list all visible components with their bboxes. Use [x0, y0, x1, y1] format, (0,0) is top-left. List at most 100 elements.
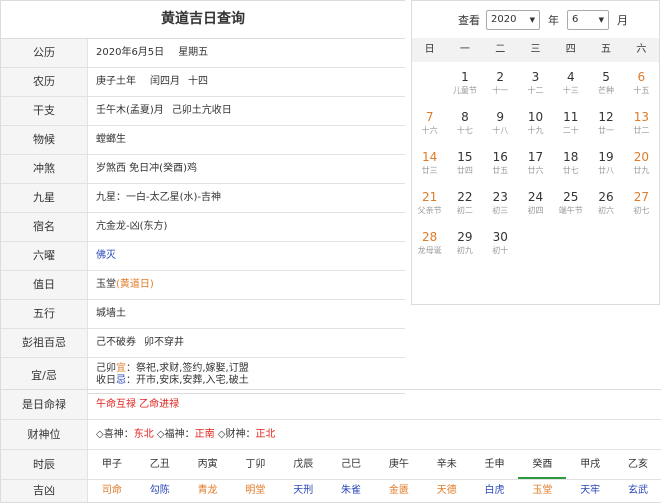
day-lunar: 二十	[562, 126, 579, 135]
calendar-day[interactable]: 18 廿七	[553, 146, 588, 186]
jixiong-cell: 天刑	[293, 485, 314, 496]
year-select[interactable]: 2020 ▼	[486, 9, 540, 30]
row-label: 时辰	[1, 450, 88, 479]
calendar-day[interactable]: 24 初四	[518, 186, 553, 226]
day-lunar: 廿三	[421, 166, 438, 175]
day-number: 20	[633, 150, 649, 164]
day-number: 12	[598, 110, 614, 124]
day-number: 1	[461, 70, 469, 84]
day-lunar: 十五	[633, 86, 650, 95]
row-pengzu: 彭祖百忌 己不破券 卯不穿井	[1, 329, 405, 358]
calendar-day[interactable]: 3 十二	[518, 66, 553, 106]
jixiong-cell: 司命	[101, 485, 122, 496]
row-value: 九星：一白-太乙星(水)-吉神	[96, 192, 222, 203]
row-value: 螳螂生	[96, 134, 126, 145]
row-jiuxing: 九星 九星：一白-太乙星(水)-吉神	[1, 184, 405, 213]
calendar-day[interactable]: 14 廿三	[412, 146, 447, 186]
calendar-day[interactable]: 28 龙母诞	[412, 226, 447, 266]
day-lunar: 廿一	[598, 126, 615, 135]
row-value: 己不破券 卯不穿井	[96, 337, 184, 348]
weekday-label: 六	[636, 44, 647, 55]
month-select[interactable]: 6 ▼	[567, 9, 609, 30]
day-number: 2	[496, 70, 505, 84]
day-lunar: 初九	[456, 246, 473, 255]
day-number: 5	[602, 70, 610, 84]
jixiong-cell: 金匮	[388, 485, 409, 496]
day-lunar: 廿八	[598, 166, 615, 175]
day-number: 7	[425, 110, 434, 124]
day-number: 10	[527, 110, 544, 124]
calendar-day[interactable]: 2 十一	[483, 66, 518, 106]
calendar-day[interactable]: 23 初三	[483, 186, 518, 226]
weekday-label: 三	[530, 44, 541, 55]
row-label: 吉凶	[1, 480, 88, 502]
calendar-day[interactable]: 16 廿五	[483, 146, 518, 186]
day-number: 11	[563, 110, 579, 124]
calendar-day[interactable]: 4 十三	[553, 66, 588, 106]
day-lunar: 儿童节	[452, 86, 477, 95]
jixiong-cell: 青龙	[197, 485, 218, 496]
weekday-label: 一	[459, 44, 470, 55]
shichen-cell: 甲戌	[580, 459, 601, 470]
row-label: 宜/忌	[1, 358, 88, 393]
calendar-day[interactable]: 25 端午节	[553, 186, 588, 226]
calendar-day[interactable]: 6 十五	[624, 66, 659, 106]
calendar-day[interactable]: 7 十六	[412, 106, 447, 146]
calendar-day[interactable]: 5 芒种	[588, 66, 623, 106]
day-number: 14	[422, 150, 438, 164]
day-lunar: 十二	[527, 86, 544, 95]
row-liuyao: 六曜 佛灭	[1, 242, 405, 271]
jixiong-cell: 玄武	[628, 485, 649, 496]
calendar-day[interactable]: 19 廿八	[588, 146, 623, 186]
day-number: 18	[563, 150, 579, 164]
day-number: 27	[633, 190, 649, 204]
row-label: 彭祖百忌	[1, 329, 88, 357]
day-number: 25	[563, 190, 579, 204]
calendar-day[interactable]: 10 十九	[518, 106, 553, 146]
row-caishen: 财神位 ◇喜神：东北 ◇福神：正南 ◇财神：正北	[0, 419, 661, 450]
shichen-cell: 戊辰	[293, 459, 314, 470]
row-label: 是日命禄	[1, 390, 88, 419]
jixiong-cells: 司命 勾陈 青龙 明堂 天刑 朱雀 金匮 天德 白虎 玉堂 天牢 玄武	[88, 480, 661, 502]
calendar-day[interactable]: 21 父亲节	[412, 186, 447, 226]
jixiong-cell: 天牢	[580, 485, 601, 496]
calendar-day[interactable]: 15 廿四	[447, 146, 482, 186]
shichen-cell: 壬申	[484, 459, 505, 470]
weekday-label: 日	[424, 44, 435, 55]
day-lunar: 十八	[492, 126, 509, 135]
calendar-day[interactable]: 1 儿童节	[447, 66, 482, 106]
jixiong-cell: 白虎	[484, 485, 505, 496]
calendar-header: 查看 2020 ▼ 年 6 ▼ 月	[412, 1, 659, 38]
day-lunar: 龙母诞	[417, 246, 442, 255]
calendar-day[interactable]: 11 二十	[553, 106, 588, 146]
row-wuhou: 物候 螳螂生	[1, 126, 405, 155]
calendar-day[interactable]: 9 十八	[483, 106, 518, 146]
calendar-day[interactable]: 29 初九	[447, 226, 482, 266]
calendar-day[interactable]: 27 初七	[624, 186, 659, 226]
day-number: 13	[633, 110, 649, 124]
day-number: 17	[527, 150, 544, 164]
calendar-day[interactable]: 12 廿一	[588, 106, 623, 146]
calendar-day[interactable]: 8 十七	[447, 106, 482, 146]
calendar-day[interactable]: 22 初二	[447, 186, 482, 226]
row-label: 冲煞	[1, 155, 88, 183]
day-number: 22	[457, 190, 473, 204]
calendar-day[interactable]: 17 廿六	[518, 146, 553, 186]
calendar-day[interactable]: 26 初六	[588, 186, 623, 226]
year-suffix: 年	[548, 13, 559, 27]
calendar-day[interactable]: 30 初十	[483, 226, 518, 266]
row-ganzhi: 干支 壬午木(孟夏)月 己卯土亢收日	[1, 97, 405, 126]
row-value: 亢金龙-凶(东方)	[96, 221, 168, 232]
day-lunar: 初三	[492, 206, 509, 215]
row-value: 城墙土	[96, 308, 126, 319]
calendar: 查看 2020 ▼ 年 6 ▼ 月 日 一 二 三 四 五 六 1 儿童节 2 十一 3 十二 4 十三 5…	[411, 0, 660, 305]
weekday-label: 四	[565, 44, 576, 55]
jixiong-cell: 朱雀	[341, 485, 362, 496]
year-value: 2020	[491, 14, 517, 25]
calendar-day[interactable]: 13 廿二	[624, 106, 659, 146]
day-number: 19	[598, 150, 614, 164]
day-lunar: 初七	[633, 206, 650, 215]
calendar-empty	[412, 66, 447, 106]
calendar-day[interactable]: 20 廿九	[624, 146, 659, 186]
row-label: 五行	[1, 300, 88, 328]
